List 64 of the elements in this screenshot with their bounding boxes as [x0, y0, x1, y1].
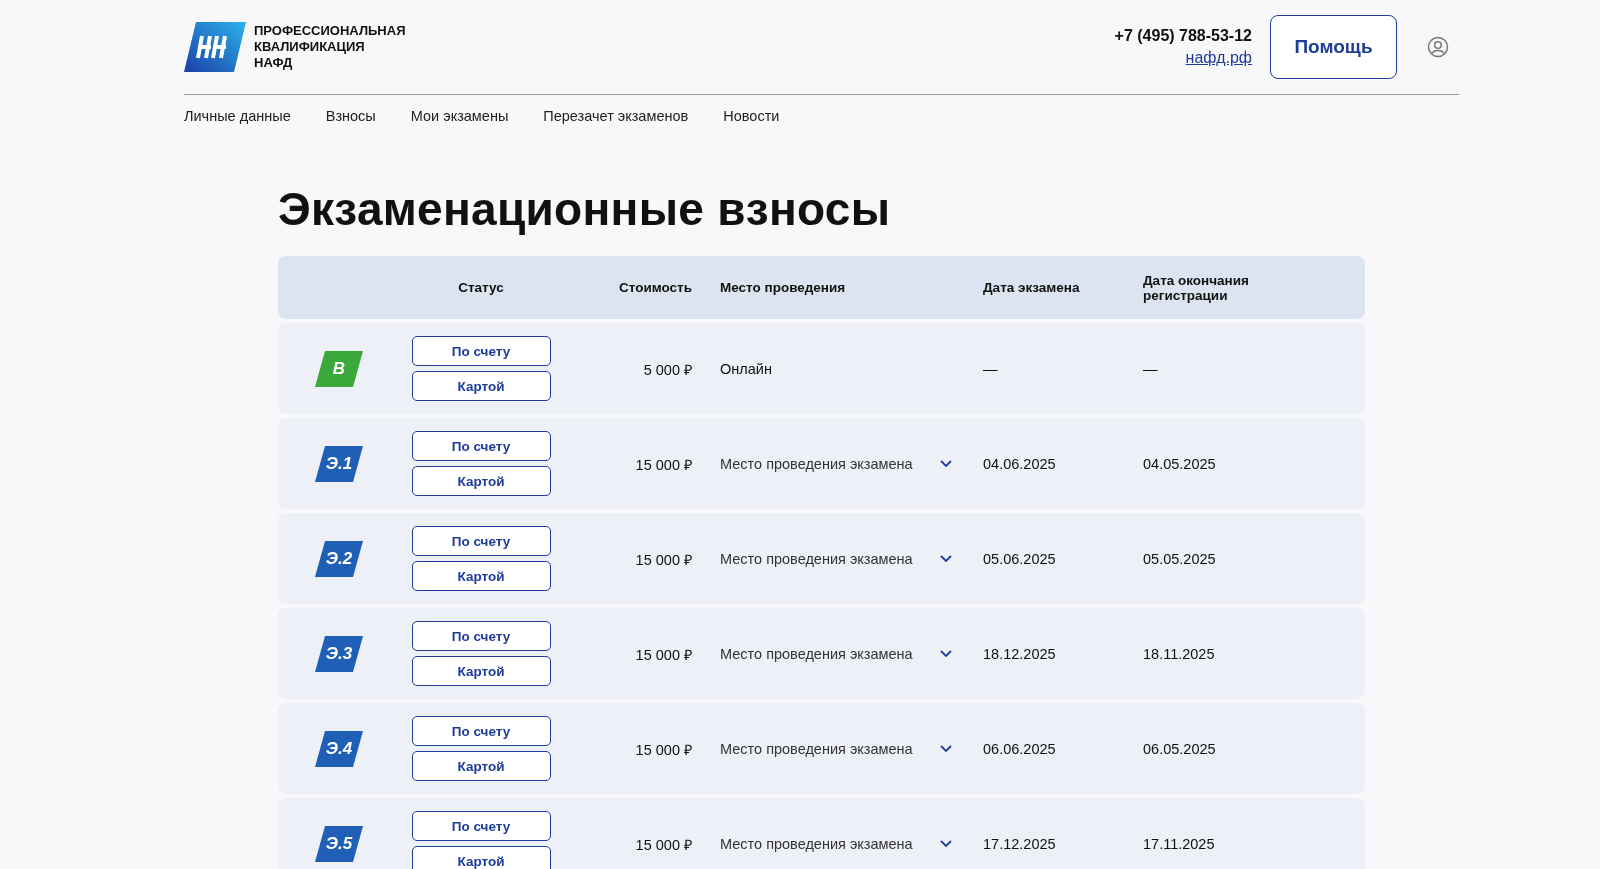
column-header: Стоимость: [618, 280, 692, 295]
chevron-down-icon: [939, 744, 953, 753]
venue-select[interactable]: Место проведения экзамена: [720, 550, 953, 567]
pay-button[interactable]: Картой: [411, 466, 551, 496]
phone-number: +7 (495) 788-53-12: [1114, 27, 1252, 45]
pay-button[interactable]: Картой: [411, 751, 551, 781]
exam-date: 04.06.2025: [983, 455, 1056, 472]
registration-end-date: —: [1143, 360, 1158, 377]
pay-button[interactable]: По счету: [411, 526, 551, 556]
exam-date: 18.12.2025: [983, 645, 1056, 662]
pay-button[interactable]: Картой: [411, 846, 551, 869]
price: 15 000 ₽: [635, 741, 692, 758]
page-title: Экзаменационные взносы: [278, 182, 892, 236]
pay-button[interactable]: По счету: [411, 621, 551, 651]
nav-link[interactable]: Личные данные: [184, 108, 291, 124]
chevron-down-icon: [939, 839, 953, 848]
registration-end-date: 17.11.2025: [1143, 835, 1215, 852]
exam-date: 06.06.2025: [983, 740, 1056, 757]
pay-button[interactable]: По счету: [411, 811, 551, 841]
price: 15 000 ₽: [635, 551, 692, 568]
exam-date: 17.12.2025: [983, 835, 1056, 852]
price: 15 000 ₽: [635, 456, 692, 473]
venue-select[interactable]: Место проведения экзамена: [720, 835, 953, 852]
level-badge-label: Э.5: [324, 832, 354, 855]
chevron-down-icon: [939, 554, 953, 563]
logo-text: ПРОФЕССИОНАЛЬНАЯ КВАЛИФИКАЦИЯ НАФД: [254, 23, 406, 71]
level-badge-label: В: [331, 357, 347, 380]
venue-select[interactable]: Место проведения экзамена: [720, 740, 953, 757]
site-link[interactable]: нафд.рф: [1185, 49, 1252, 67]
help-button[interactable]: Помощь: [1270, 15, 1397, 79]
pay-button[interactable]: По счету: [411, 716, 551, 746]
registration-end-date: 05.05.2025: [1143, 550, 1216, 567]
nav-link[interactable]: Взносы: [325, 108, 376, 124]
level-badge-label: Э.2: [324, 547, 354, 570]
column-header: Место проведения: [720, 280, 846, 295]
logo-icon: [184, 22, 246, 72]
registration-end-date: 06.05.2025: [1143, 740, 1216, 757]
price: 15 000 ₽: [635, 646, 692, 663]
venue-text: Онлайн: [720, 360, 772, 377]
column-header: Дата окончания регистрации: [1143, 272, 1249, 303]
exam-date: 05.06.2025: [983, 550, 1056, 567]
pay-button[interactable]: Картой: [411, 371, 551, 401]
nav-link[interactable]: Новости: [723, 108, 780, 124]
price: 5 000 ₽: [643, 361, 692, 378]
chevron-down-icon: [939, 459, 953, 468]
chevron-down-icon: [939, 649, 953, 658]
registration-end-date: 04.05.2025: [1143, 455, 1216, 472]
nav-link[interactable]: Перезачет экзаменов: [543, 108, 689, 124]
price: 15 000 ₽: [635, 836, 692, 853]
level-badge-label: Э.1: [324, 452, 354, 475]
pay-button[interactable]: По счету: [411, 336, 551, 366]
venue-select[interactable]: Место проведения экзамена: [720, 645, 953, 662]
exam-date: —: [983, 360, 998, 377]
pay-button[interactable]: Картой: [411, 656, 551, 686]
column-header: Статус: [458, 280, 504, 295]
column-header: Дата экзамена: [983, 280, 1080, 295]
user-icon[interactable]: [1427, 36, 1449, 58]
venue-select[interactable]: Место проведения экзамена: [720, 455, 953, 472]
pay-button[interactable]: Картой: [411, 561, 551, 591]
registration-end-date: 18.11.2025: [1143, 645, 1215, 662]
level-badge-label: Э.3: [324, 642, 354, 665]
pay-button[interactable]: По счету: [411, 431, 551, 461]
level-badge-label: Э.4: [324, 737, 354, 760]
nav-link[interactable]: Мои экзамены: [410, 108, 509, 124]
